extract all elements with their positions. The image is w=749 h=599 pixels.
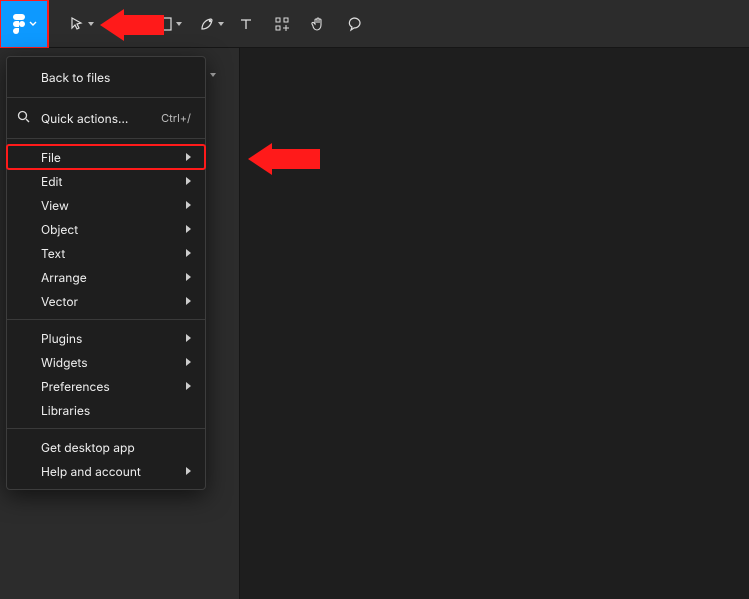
- resources-tool[interactable]: [264, 0, 300, 48]
- chevron-right-icon: [186, 153, 191, 161]
- menu-item-object[interactable]: Object: [7, 217, 205, 241]
- menu-item-preferences[interactable]: Preferences: [7, 374, 205, 398]
- toolbar: [0, 0, 749, 48]
- search-icon: [17, 110, 30, 126]
- menu-item-label: Preferences: [41, 379, 110, 394]
- square-icon: [158, 17, 172, 31]
- hand-tool[interactable]: [300, 0, 336, 48]
- menu-item-text[interactable]: Text: [7, 241, 205, 265]
- pen-icon: [199, 16, 215, 32]
- menu-separator: [7, 428, 205, 429]
- menu-item-widgets[interactable]: Widgets: [7, 350, 205, 374]
- chevron-down-icon: [29, 21, 37, 27]
- menu-item-label: Edit: [41, 174, 62, 189]
- menu-item-libraries[interactable]: Libraries: [7, 398, 205, 422]
- menu-separator: [7, 138, 205, 139]
- chevron-right-icon: [186, 201, 191, 209]
- move-tool[interactable]: [56, 0, 98, 48]
- chevron-right-icon: [186, 382, 191, 390]
- figma-logo-icon: [12, 14, 26, 34]
- main-menu: Back to files Quick actions… Ctrl+/ File Edi…: [6, 56, 206, 490]
- menu-item-label: Widgets: [41, 355, 88, 370]
- chevron-right-icon: [186, 273, 191, 281]
- menu-item-arrange[interactable]: Arrange: [7, 265, 205, 289]
- pen-tool[interactable]: [186, 0, 228, 48]
- hand-icon: [310, 16, 326, 32]
- text-icon: [239, 17, 253, 31]
- menu-item-help[interactable]: Help and account: [7, 459, 205, 483]
- menu-item-label: View: [41, 198, 69, 213]
- menu-item-label: Text: [41, 246, 65, 261]
- menu-separator: [7, 97, 205, 98]
- chevron-right-icon: [186, 467, 191, 475]
- menu-item-back[interactable]: Back to files: [7, 63, 205, 91]
- chevron-right-icon: [186, 358, 191, 366]
- menu-shortcut: Ctrl+/: [161, 111, 191, 125]
- menu-item-vector[interactable]: Vector: [7, 289, 205, 313]
- text-tool[interactable]: [228, 0, 264, 48]
- menu-item-edit[interactable]: Edit: [7, 169, 205, 193]
- grid-plus-icon: [274, 16, 290, 32]
- menu-item-label: Help and account: [41, 464, 141, 479]
- menu-item-quick[interactable]: Quick actions… Ctrl+/: [7, 104, 205, 132]
- menu-item-view[interactable]: View: [7, 193, 205, 217]
- menu-item-label: File: [41, 150, 61, 165]
- chevron-right-icon: [186, 297, 191, 305]
- chevron-right-icon: [186, 177, 191, 185]
- chevron-right-icon: [186, 249, 191, 257]
- menu-item-label: Object: [41, 222, 78, 237]
- menu-item-label: Arrange: [41, 270, 87, 285]
- menu-separator: [7, 319, 205, 320]
- main-menu-button[interactable]: [0, 0, 48, 48]
- menu-item-label: Plugins: [41, 331, 82, 346]
- chevron-right-icon: [186, 334, 191, 342]
- canvas[interactable]: [240, 48, 749, 599]
- chevron-right-icon: [186, 225, 191, 233]
- menu-item-plugins[interactable]: Plugins: [7, 326, 205, 350]
- menu-item-label: Get desktop app: [41, 440, 135, 455]
- comment-tool[interactable]: [336, 0, 372, 48]
- cursor-icon: [69, 16, 85, 32]
- menu-item-label: Libraries: [41, 403, 90, 418]
- menu-item-label: Vector: [41, 294, 78, 309]
- menu-item-label: Back to files: [41, 70, 110, 85]
- menu-item-desktop[interactable]: Get desktop app: [7, 435, 205, 459]
- shape-tool[interactable]: [144, 0, 186, 48]
- menu-item-file[interactable]: File: [7, 145, 205, 169]
- menu-item-label: Quick actions…: [41, 111, 128, 126]
- comment-icon: [346, 16, 362, 32]
